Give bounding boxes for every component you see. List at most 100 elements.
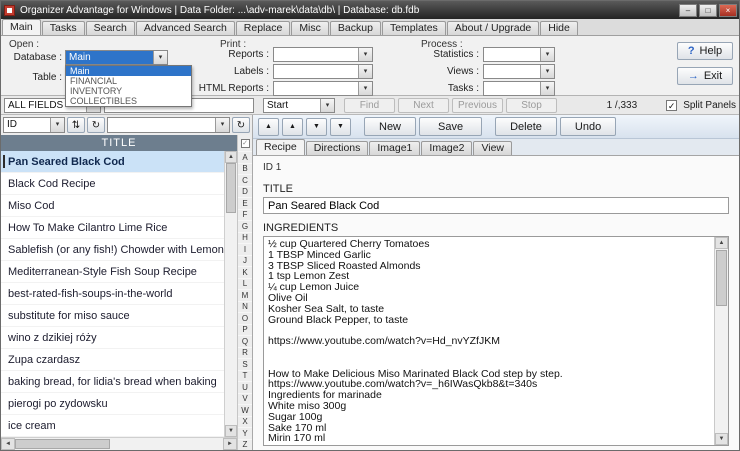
alphabet-letter[interactable]: K xyxy=(238,266,252,278)
html-reports-combobox[interactable]: ▾ xyxy=(273,81,373,96)
dropdown-option[interactable]: FINANCIAL xyxy=(66,76,191,86)
first-record-button[interactable]: ▲ xyxy=(258,117,279,136)
dropdown-arrow-icon[interactable]: ▾ xyxy=(540,48,554,61)
next-record-button[interactable]: ▼ xyxy=(306,117,327,136)
list-row[interactable]: Black Cod Recipe xyxy=(1,173,224,195)
alphabet-letter[interactable]: W xyxy=(238,404,252,416)
alphabet-letter[interactable]: J xyxy=(238,254,252,267)
previous-button[interactable]: Previous xyxy=(452,97,503,113)
scroll-right-icon[interactable]: ► xyxy=(223,438,237,450)
alphabet-letter[interactable]: Y xyxy=(238,427,252,439)
ingredients-scrollbar[interactable]: ▲ ▼ xyxy=(714,237,728,445)
list-vertical-scrollbar[interactable]: ▲ ▼ xyxy=(224,151,237,437)
main-tab[interactable]: Templates xyxy=(381,21,446,35)
exit-button[interactable]: → Exit xyxy=(677,67,733,85)
dropdown-option[interactable]: Main xyxy=(66,66,191,76)
reports-combobox[interactable]: ▾ xyxy=(273,47,373,62)
main-tab[interactable]: Backup xyxy=(329,21,381,35)
last-record-button[interactable]: ▼ xyxy=(330,117,351,136)
main-tab[interactable]: About / Upgrade xyxy=(446,21,540,35)
main-tab[interactable]: Hide xyxy=(540,21,578,35)
alphabet-letter[interactable]: F xyxy=(238,208,252,221)
alphabet-letter[interactable]: M xyxy=(238,289,252,301)
statistics-combobox[interactable]: ▾ xyxy=(483,47,555,62)
views-combobox[interactable]: ▾ xyxy=(483,64,555,79)
main-tab[interactable]: Search xyxy=(85,21,135,35)
alphabet-letter[interactable]: L xyxy=(238,277,252,290)
list-row[interactable]: pierogi po zydowsku xyxy=(1,393,224,415)
main-tab[interactable]: Replace xyxy=(235,21,291,35)
sort-direction-button[interactable]: ⇅ xyxy=(67,117,85,133)
alphabet-letter[interactable]: D xyxy=(238,185,252,198)
close-button[interactable]: × xyxy=(719,3,737,17)
scrollbar-thumb[interactable] xyxy=(716,250,727,306)
list-row[interactable]: ice cream xyxy=(1,415,224,437)
alphabet-letter[interactable]: I xyxy=(238,243,252,255)
alphabet-letter[interactable]: S xyxy=(238,358,252,370)
main-tab[interactable]: Misc xyxy=(291,21,329,35)
dropdown-option[interactable]: COLLECTIBLES xyxy=(66,96,191,106)
list-horizontal-scrollbar[interactable]: ◄ ► xyxy=(1,437,237,450)
scroll-down-icon[interactable]: ▼ xyxy=(715,433,728,445)
alphabet-letter[interactable]: N xyxy=(238,300,252,313)
list-row[interactable]: substitute for miso sauce xyxy=(1,305,224,327)
list-row[interactable]: wino z dzikiej róży xyxy=(1,327,224,349)
alphabet-letter[interactable]: C xyxy=(238,174,252,186)
list-row[interactable]: Sablefish (or any fish!) Chowder with Le… xyxy=(1,239,224,261)
alphabet-letter[interactable]: P xyxy=(238,323,252,336)
list-row[interactable]: Miso Cod xyxy=(1,195,224,217)
refresh-button[interactable]: ↻ xyxy=(87,117,105,133)
dropdown-option[interactable]: INVENTORY xyxy=(66,86,191,96)
lookup-combobox[interactable]: ▾ xyxy=(107,117,230,133)
alphabet-letter[interactable]: H xyxy=(238,231,252,244)
scrollbar-track[interactable] xyxy=(715,249,728,433)
database-combobox[interactable]: Main ▾ xyxy=(65,50,168,65)
detail-tab[interactable]: Image1 xyxy=(369,141,421,155)
find-button[interactable]: Find xyxy=(344,97,395,113)
scrollbar-track[interactable] xyxy=(225,163,237,425)
alphabet-letter[interactable]: G xyxy=(238,220,252,232)
alphabet-letter[interactable]: E xyxy=(238,197,252,209)
main-tab[interactable]: Advanced Search xyxy=(135,21,235,35)
detail-tab[interactable]: View xyxy=(473,141,513,155)
scrollbar-thumb[interactable] xyxy=(15,439,110,449)
previous-record-button[interactable]: ▲ xyxy=(282,117,303,136)
save-button[interactable]: Save xyxy=(419,117,483,136)
alphabet-letter[interactable]: R xyxy=(238,346,252,359)
match-mode-combobox[interactable]: Start ▾ xyxy=(263,97,335,113)
split-panels-checkbox[interactable]: ✓ xyxy=(666,99,678,111)
list-row[interactable]: How To Make Cilantro Lime Rice xyxy=(1,217,224,239)
alphabet-letter[interactable]: Z xyxy=(238,438,252,451)
dropdown-arrow-icon[interactable]: ▾ xyxy=(540,82,554,95)
select-all-checkbox[interactable]: ✓ xyxy=(240,138,250,148)
scroll-up-icon[interactable]: ▲ xyxy=(225,151,237,163)
list-row[interactable]: baking bread, for lidia's bread when bak… xyxy=(1,371,224,393)
main-tab[interactable]: Main xyxy=(2,19,41,35)
scrollbar-thumb[interactable] xyxy=(226,163,236,213)
refresh-button[interactable]: ↻ xyxy=(232,117,250,133)
maximize-button[interactable]: □ xyxy=(699,3,717,17)
ingredients-textarea[interactable]: ½ cup Quartered Cherry Tomatoes 1 TBSP M… xyxy=(264,237,714,445)
scroll-up-icon[interactable]: ▲ xyxy=(715,237,728,249)
list-row[interactable]: Zupa czardasz xyxy=(1,349,224,371)
dropdown-arrow-icon[interactable]: ▾ xyxy=(153,51,167,64)
alphabet-letter[interactable]: B xyxy=(238,162,252,175)
alphabet-letter[interactable]: O xyxy=(238,312,252,324)
alphabet-letter[interactable]: V xyxy=(238,392,252,405)
list-row[interactable]: best-rated-fish-soups-in-the-world xyxy=(1,283,224,305)
main-tab[interactable]: Tasks xyxy=(41,21,85,35)
alphabet-letter[interactable]: A xyxy=(238,151,252,163)
scroll-left-icon[interactable]: ◄ xyxy=(1,438,15,450)
dropdown-arrow-icon[interactable]: ▾ xyxy=(320,98,334,112)
detail-tab[interactable]: Recipe xyxy=(256,139,305,155)
detail-tab[interactable]: Directions xyxy=(305,141,369,155)
help-button[interactable]: ? Help xyxy=(677,42,733,60)
dropdown-arrow-icon[interactable]: ▾ xyxy=(540,65,554,78)
delete-button[interactable]: Delete xyxy=(495,117,557,136)
scrollbar-track[interactable] xyxy=(15,438,223,450)
minimize-button[interactable]: – xyxy=(679,3,697,17)
alphabet-letter[interactable]: T xyxy=(238,369,252,382)
title-input[interactable] xyxy=(263,197,729,214)
next-button[interactable]: Next xyxy=(398,97,449,113)
undo-button[interactable]: Undo xyxy=(559,117,617,136)
